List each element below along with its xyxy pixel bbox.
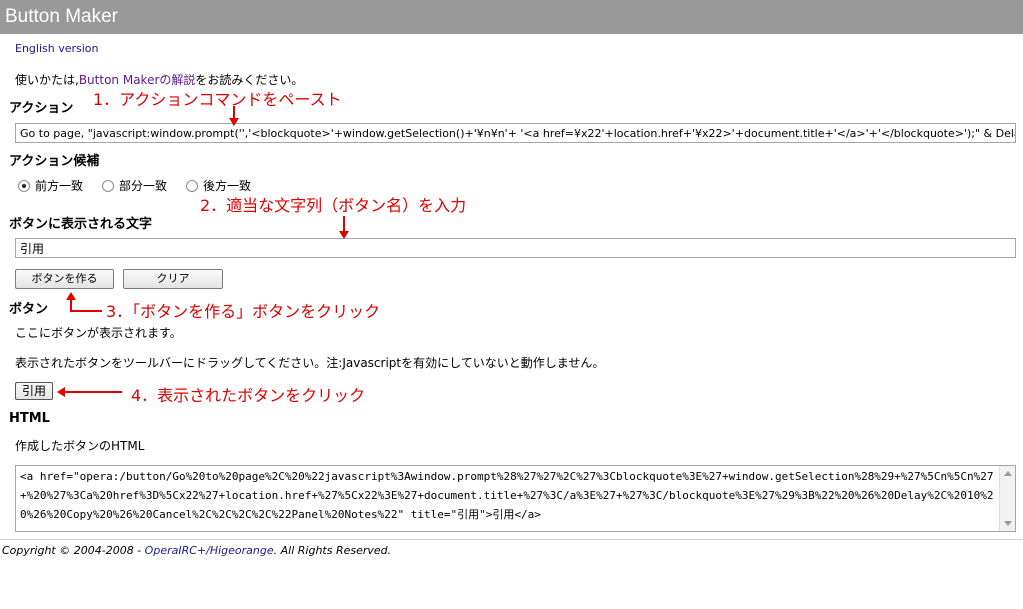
footer-divider <box>0 539 1023 540</box>
action-candidates-heading: アクション候補 <box>9 154 100 169</box>
action-command-input[interactable]: Go to page, "javascript:window.prompt(''… <box>15 123 1016 143</box>
radio-label: 部分一致 <box>119 179 168 193</box>
button-heading: ボタン <box>9 302 49 317</box>
app-title-bar: Button Maker <box>0 0 1023 34</box>
annotation-arrowhead-2 <box>339 231 349 239</box>
radio-button-selected[interactable] <box>18 179 30 192</box>
drag-instruction-text: 表示されたボタンをツールバーにドラッグしてください。注:Javascriptを有… <box>15 356 605 370</box>
intro-prefix: 使いかたは, <box>15 73 79 87</box>
radio-label: 前方一致 <box>35 179 84 193</box>
html-caption: 作成したボタンのHTML <box>15 439 145 453</box>
scroll-down-arrow-icon[interactable] <box>1004 521 1012 526</box>
make-button[interactable]: ボタンを作る <box>15 269 114 289</box>
action-heading: アクション <box>9 101 74 116</box>
html-code: <a href="opera:/button/Go%20to%20page%2C… <box>20 470 994 521</box>
button-label-input[interactable]: 引用 <box>15 238 1016 258</box>
app-title: Button Maker <box>5 6 118 27</box>
annotation-step2: 2．適当な文字列（ボタン名）を入力 <box>200 196 467 215</box>
radio-partial-match[interactable]: 部分一致 <box>102 177 167 194</box>
annotation-arrow-3h <box>70 310 102 312</box>
annotation-step1: 1．アクションコマンドをペースト <box>93 90 342 109</box>
annotation-arrow-4 <box>64 391 122 393</box>
annotation-arrowhead-1 <box>229 118 239 126</box>
generated-quote-button[interactable]: 引用 <box>15 382 53 400</box>
html-heading: HTML <box>9 411 50 426</box>
intro-suffix: をお読みください。 <box>195 73 304 87</box>
annotation-step4: 4．表示されたボタンをクリック <box>131 386 366 405</box>
footer-suffix: . All Rights Reserved. <box>273 544 392 557</box>
english-version-link[interactable]: English version <box>15 42 99 55</box>
radio-prefix-match[interactable]: 前方一致 <box>18 177 83 194</box>
footer-prefix: Copyright © 2004-2008 - <box>2 544 145 557</box>
vertical-scrollbar[interactable] <box>999 466 1015 531</box>
annotation-step3: 3．「ボタンを作る」ボタンをクリック <box>106 302 381 321</box>
manual-link[interactable]: Button Makerの解説 <box>79 73 196 87</box>
radio-button[interactable] <box>102 179 114 192</box>
footer: Copyright © 2004-2008 - OperaIRC+/Higeor… <box>2 544 391 557</box>
annotation-arrow-2 <box>343 216 345 232</box>
html-output-textarea[interactable]: <a href="opera:/button/Go%20to%20page%2C… <box>15 465 1016 532</box>
button-label-heading: ボタンに表示される文字 <box>9 217 153 232</box>
radio-button[interactable] <box>186 179 198 192</box>
footer-link[interactable]: OperaIRC+/Higeorange <box>145 544 274 557</box>
scroll-up-arrow-icon[interactable] <box>1004 471 1012 476</box>
button-placeholder-text: ここにボタンが表示されます。 <box>15 326 182 340</box>
clear-button[interactable]: クリア <box>123 269 223 289</box>
